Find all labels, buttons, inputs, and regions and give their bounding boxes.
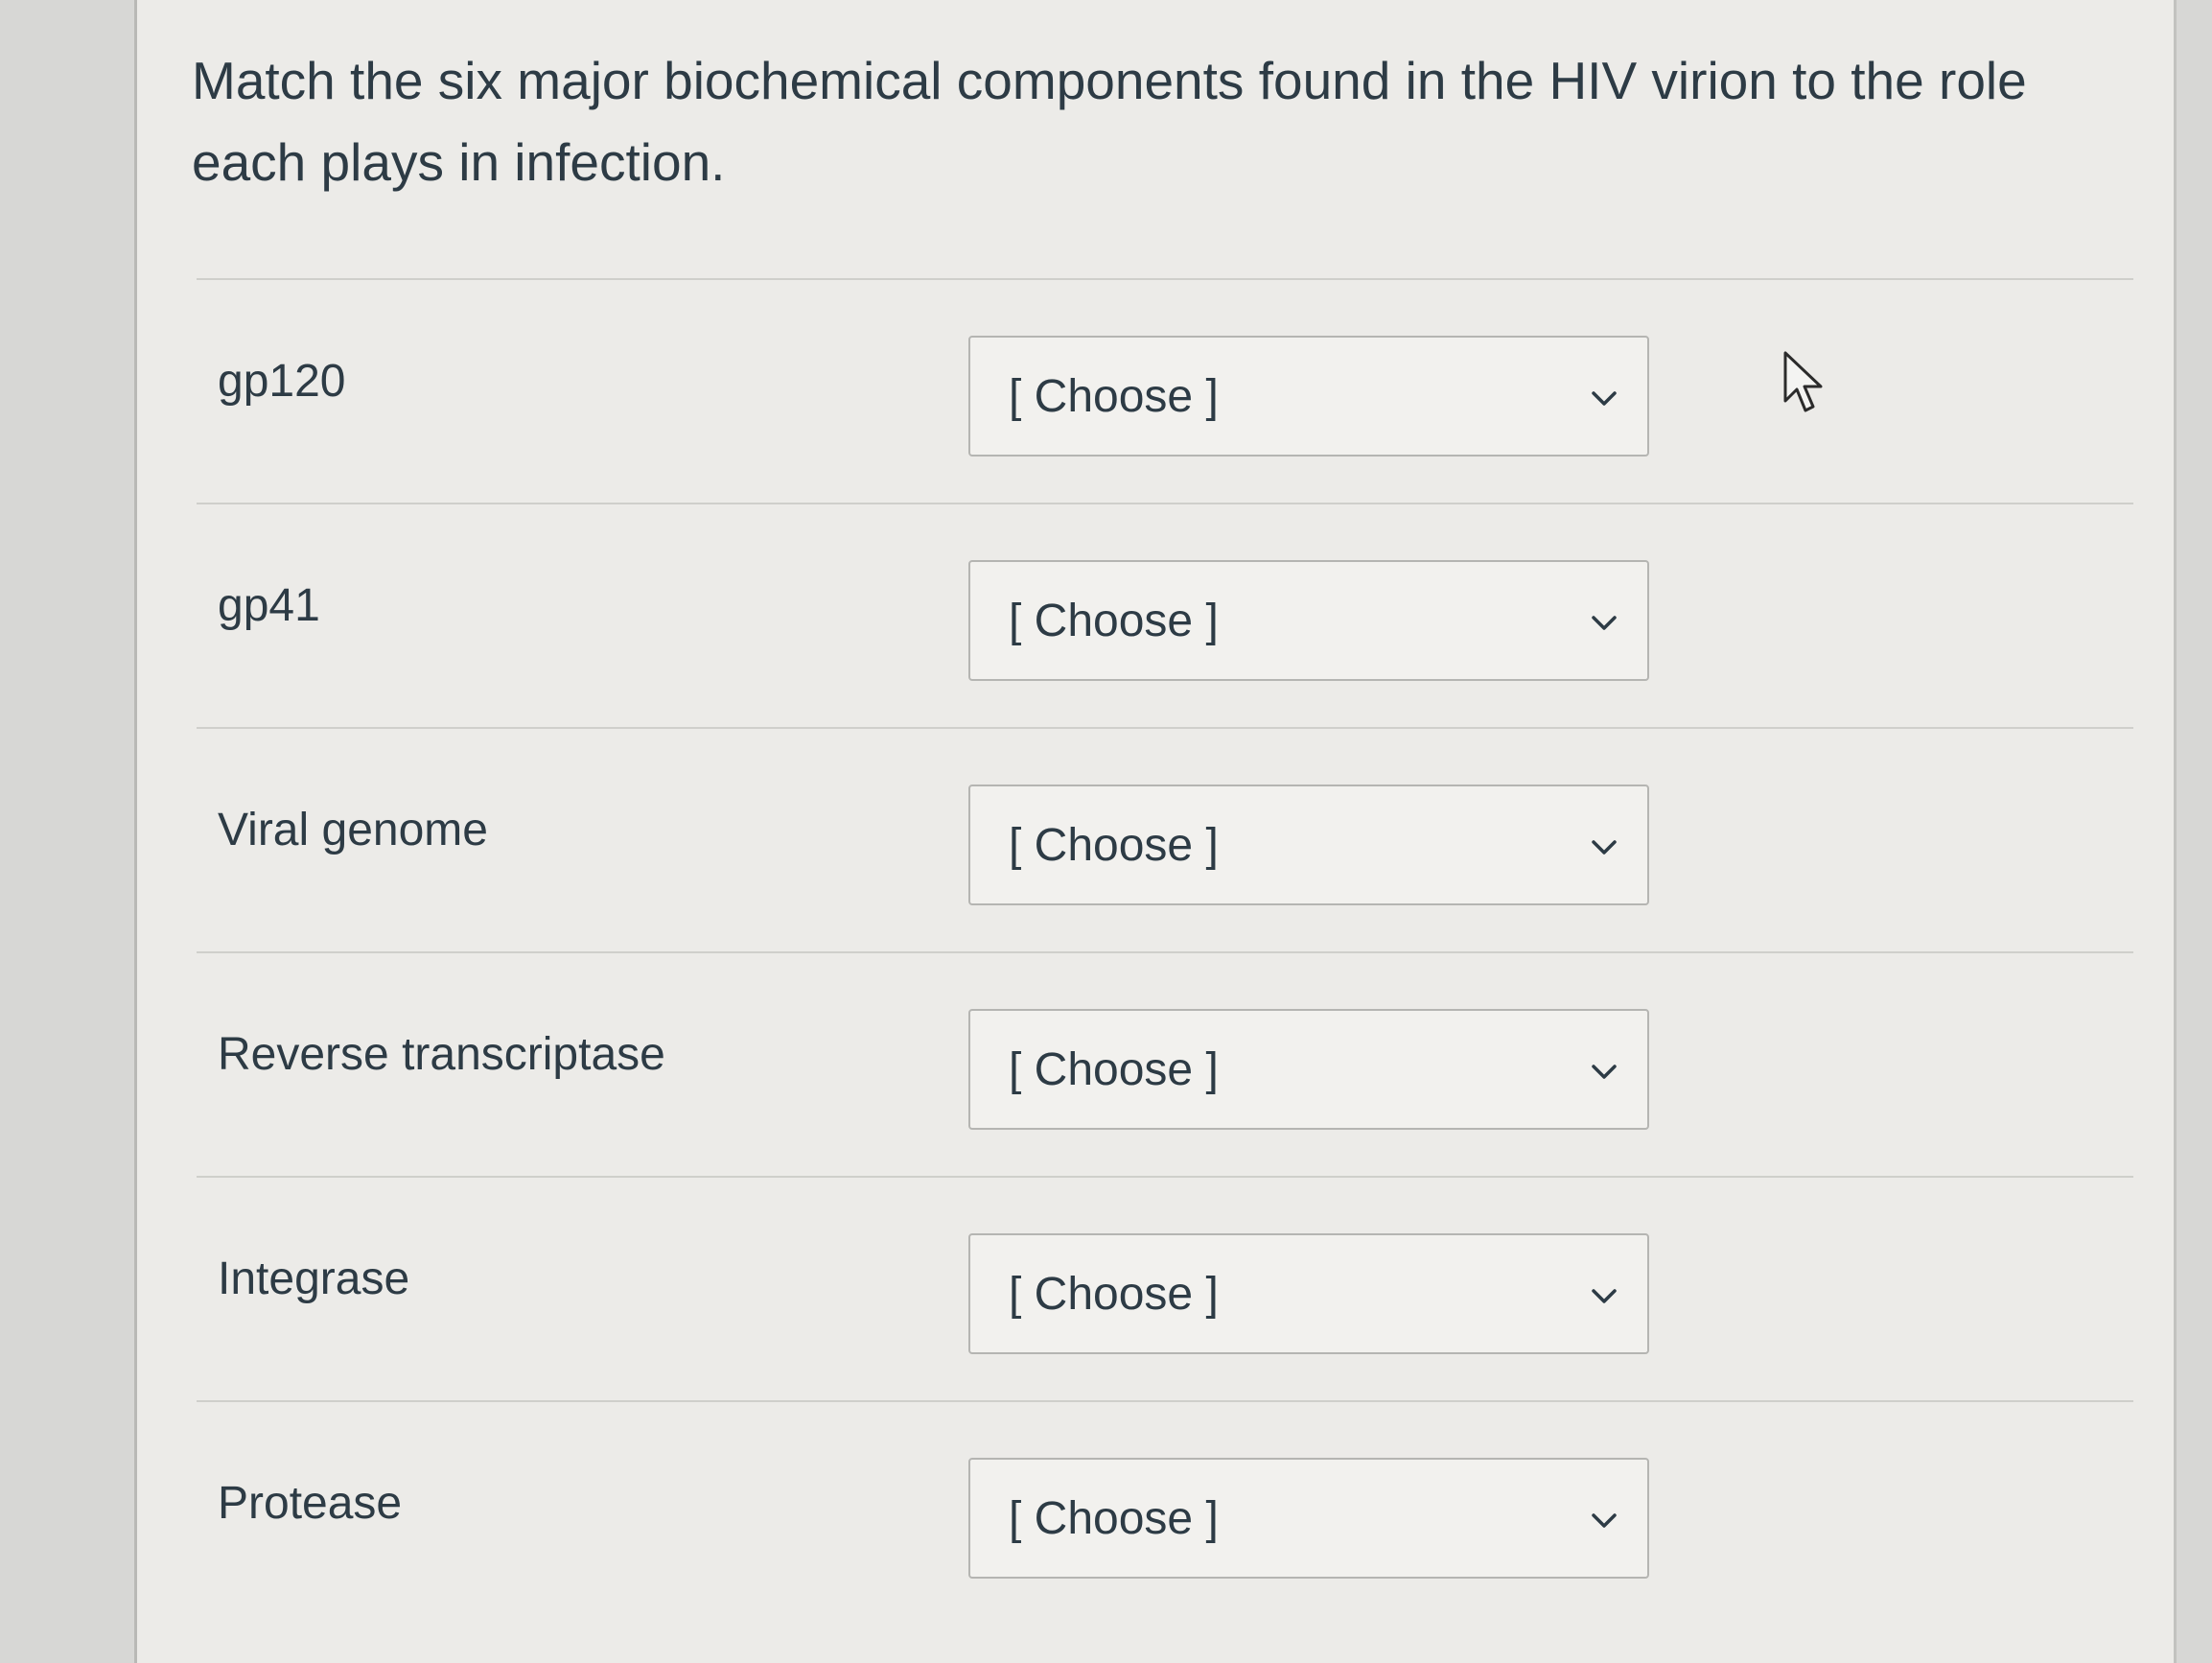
role-select[interactable]: [ Choose ] bbox=[968, 1009, 1649, 1130]
match-row: Reverse transcriptase [ Choose ] bbox=[197, 951, 2133, 1176]
matching-list: gp120 [ Choose ] gp41 [ Choose ] Viral g… bbox=[197, 278, 2133, 1625]
role-select[interactable]: [ Choose ] bbox=[968, 1458, 1649, 1579]
match-row: gp41 [ Choose ] bbox=[197, 503, 2133, 727]
select-value: [ Choose ] bbox=[1009, 371, 1219, 422]
role-select[interactable]: [ Choose ] bbox=[968, 1233, 1649, 1354]
component-label: gp120 bbox=[218, 356, 346, 407]
chevron-down-icon bbox=[1592, 840, 1617, 855]
component-label: Reverse transcriptase bbox=[218, 1029, 665, 1080]
component-label: gp41 bbox=[218, 580, 320, 631]
chevron-down-icon bbox=[1592, 1289, 1617, 1303]
match-row: Protease [ Choose ] bbox=[197, 1400, 2133, 1625]
component-label: Integrase bbox=[218, 1253, 410, 1304]
match-row: Viral genome [ Choose ] bbox=[197, 727, 2133, 951]
chevron-down-icon bbox=[1592, 1065, 1617, 1079]
select-value: [ Choose ] bbox=[1009, 1044, 1219, 1095]
role-select[interactable]: [ Choose ] bbox=[968, 785, 1649, 905]
component-label: Protease bbox=[218, 1478, 403, 1529]
select-value: [ Choose ] bbox=[1009, 820, 1219, 871]
mouse-cursor-icon bbox=[1783, 351, 1823, 412]
match-row: Integrase [ Choose ] bbox=[197, 1176, 2133, 1400]
component-label: Viral genome bbox=[218, 805, 488, 855]
select-value: [ Choose ] bbox=[1009, 596, 1219, 646]
match-row: gp120 [ Choose ] bbox=[197, 278, 2133, 503]
question-prompt: Match the six major biochemical componen… bbox=[192, 51, 2027, 192]
role-select[interactable]: [ Choose ] bbox=[968, 560, 1649, 681]
select-value: [ Choose ] bbox=[1009, 1269, 1219, 1320]
chevron-down-icon bbox=[1592, 391, 1617, 406]
chevron-down-icon bbox=[1592, 616, 1617, 630]
chevron-down-icon bbox=[1592, 1513, 1617, 1528]
select-value: [ Choose ] bbox=[1009, 1493, 1219, 1544]
role-select[interactable]: [ Choose ] bbox=[968, 336, 1649, 457]
